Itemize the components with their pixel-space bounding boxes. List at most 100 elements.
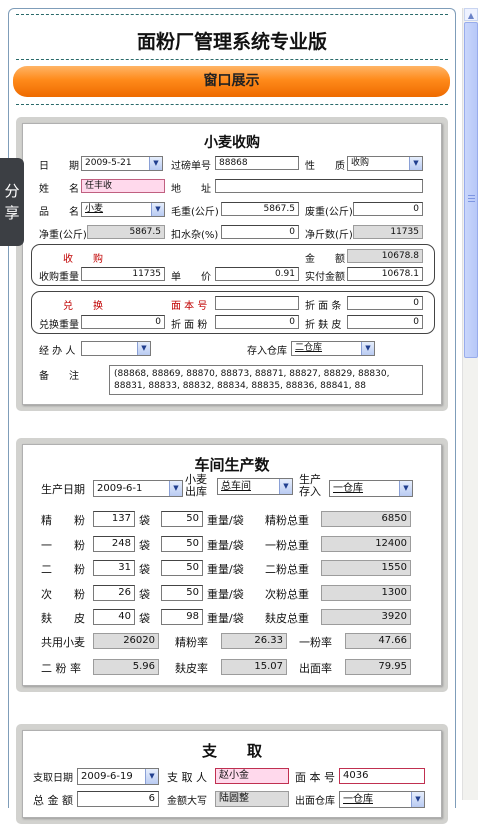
per-bag-input[interactable]: 50 (161, 511, 203, 527)
first-rate-label: 一粉率 (299, 636, 332, 649)
share-button[interactable]: 分享 (0, 158, 24, 246)
scroll-thumb[interactable] (464, 22, 478, 358)
total-value: 1550 (321, 560, 411, 576)
date-value: 2009-5-21 (85, 158, 132, 168)
window-display-button[interactable]: 窗口展示 (13, 66, 450, 97)
deduct-input[interactable]: 0 (221, 225, 299, 239)
store-in-select[interactable]: 一仓库 ▼ (329, 480, 413, 497)
deduct-label: 扣水杂(%) (171, 230, 219, 241)
chevron-down-icon: ▼ (361, 342, 374, 355)
gross-input[interactable]: 5867.5 (221, 202, 299, 216)
warehouse-select[interactable]: 二仓库 ▼ (291, 341, 375, 356)
bag-unit-label: 袋 (139, 612, 150, 625)
production-card: 车间生产数 生产日期 2009-6-1 ▼ 小麦 出库 总车间 ▼ 生产 存入 一仓… (16, 438, 448, 692)
handler-select[interactable]: ▼ (81, 341, 151, 356)
actual-amount-label: 实付金额 (305, 272, 345, 283)
warehouse-value: 二仓库 (295, 343, 323, 353)
wheat-out-select[interactable]: 总车间 ▼ (217, 478, 293, 495)
remark-textarea[interactable]: (88868, 88869, 88870, 88873, 88871, 8882… (109, 365, 423, 395)
withdraw-date-select[interactable]: 2009-6-19 ▼ (77, 768, 159, 785)
actual-amount-input[interactable]: 10678.1 (347, 267, 423, 281)
per-bag-input[interactable]: 50 (161, 560, 203, 576)
per-bag-label: 重量/袋 (207, 588, 244, 601)
total-value: 1300 (321, 585, 411, 601)
discount-bran-input[interactable]: 0 (347, 315, 423, 329)
product-label: 精 粉 (41, 514, 85, 527)
page-title: 面粉厂管理系统专业版 (136, 31, 327, 53)
production-date-select[interactable]: 2009-6-1 ▼ (93, 480, 183, 497)
bags-input[interactable]: 40 (93, 609, 135, 625)
per-bag-label: 重量/袋 (207, 612, 244, 625)
withdraw-total-input[interactable]: 6 (77, 791, 159, 807)
per-bag-label: 重量/袋 (207, 514, 244, 527)
nature-select[interactable]: 收购 ▼ (347, 156, 423, 171)
flour-book-label: 面 本 号 (171, 301, 208, 312)
production-title: 车间生产数 (194, 456, 270, 474)
scrollbar[interactable]: ▲ (462, 8, 478, 800)
purchase-header: 收 购 (63, 254, 103, 265)
withdraw-total-label: 总 金 额 (33, 794, 73, 807)
net-jin-value: 11735 (353, 225, 423, 239)
bags-input[interactable]: 137 (93, 511, 135, 527)
net-value: 5867.5 (87, 225, 165, 239)
withdraw-upper-value: 陆圆整 (215, 791, 289, 807)
total-label: 二粉总重 (265, 563, 309, 576)
unit-price-input[interactable]: 0.91 (215, 267, 299, 281)
fine-rate-value: 26.33 (221, 633, 287, 649)
name-label: 姓 名 (39, 184, 79, 195)
flour-book-input[interactable] (215, 296, 299, 310)
yield-rate-value: 79.95 (345, 659, 411, 675)
exchange-weight-input[interactable]: 0 (81, 315, 165, 329)
product-label: 二 粉 (41, 563, 85, 576)
discount-strip-input[interactable]: 0 (347, 296, 423, 310)
bags-input[interactable]: 26 (93, 585, 135, 601)
total-label: 次粉总重 (265, 588, 309, 601)
withdraw-date-value: 2009-6-19 (81, 771, 133, 782)
net-label: 净重(公斤) (39, 230, 87, 241)
weigh-no-input[interactable]: 88868 (215, 156, 299, 170)
withdraw-person-input[interactable]: 赵小金 (215, 768, 289, 784)
bag-unit-label: 袋 (139, 539, 150, 552)
wheat-used-value: 26020 (93, 633, 159, 649)
divider-title (16, 59, 448, 60)
per-bag-input[interactable]: 50 (161, 536, 203, 552)
date-label: 日 期 (39, 161, 79, 172)
second-rate-value: 5.96 (93, 659, 159, 675)
handler-label: 经 办 人 (39, 346, 76, 357)
total-value: 3920 (321, 609, 411, 625)
per-bag-input[interactable]: 98 (161, 609, 203, 625)
bags-input[interactable]: 31 (93, 560, 135, 576)
name-input[interactable]: 任丰收 (81, 179, 165, 193)
waste-label: 废重(公斤) (305, 207, 353, 218)
weigh-no-label: 过磅单号 (171, 161, 211, 172)
chevron-down-icon: ▼ (399, 481, 412, 496)
unit-price-label: 单 价 (171, 272, 211, 283)
purchase-weight-input[interactable]: 11735 (81, 267, 165, 281)
gross-label: 毛重(公斤) (171, 207, 219, 218)
discount-flour-input[interactable]: 0 (215, 315, 299, 329)
warehouse-label: 存入仓库 (247, 346, 287, 357)
nature-label: 性 质 (305, 161, 345, 172)
waste-input[interactable]: 0 (353, 202, 423, 216)
address-input[interactable] (215, 179, 423, 193)
chevron-down-icon: ▼ (149, 157, 162, 170)
exchange-header: 兑 换 (63, 301, 103, 312)
bags-input[interactable]: 248 (93, 536, 135, 552)
wheat-used-label: 共用小麦 (41, 636, 85, 649)
discount-strip-label: 折 面 条 (305, 301, 342, 312)
withdraw-title: 支 取 (201, 742, 262, 760)
variety-select[interactable]: 小麦 ▼ (81, 202, 165, 217)
withdraw-book-input[interactable]: 4036 (339, 768, 425, 784)
amount-label: 金 额 (305, 254, 345, 265)
date-select[interactable]: 2009-5-21 ▼ (81, 156, 163, 171)
bag-unit-label: 袋 (139, 563, 150, 576)
chevron-down-icon: ▼ (137, 342, 150, 355)
divider-banner (16, 104, 448, 105)
variety-value: 小麦 (85, 204, 104, 214)
discount-flour-label: 折 面 粉 (171, 320, 208, 331)
scroll-up-arrow-icon[interactable]: ▲ (464, 8, 478, 21)
production-form: 车间生产数 生产日期 2009-6-1 ▼ 小麦 出库 总车间 ▼ 生产 存入 一仓… (22, 444, 442, 686)
first-rate-value: 47.66 (345, 633, 411, 649)
nature-value: 收购 (351, 158, 370, 168)
per-bag-input[interactable]: 50 (161, 585, 203, 601)
